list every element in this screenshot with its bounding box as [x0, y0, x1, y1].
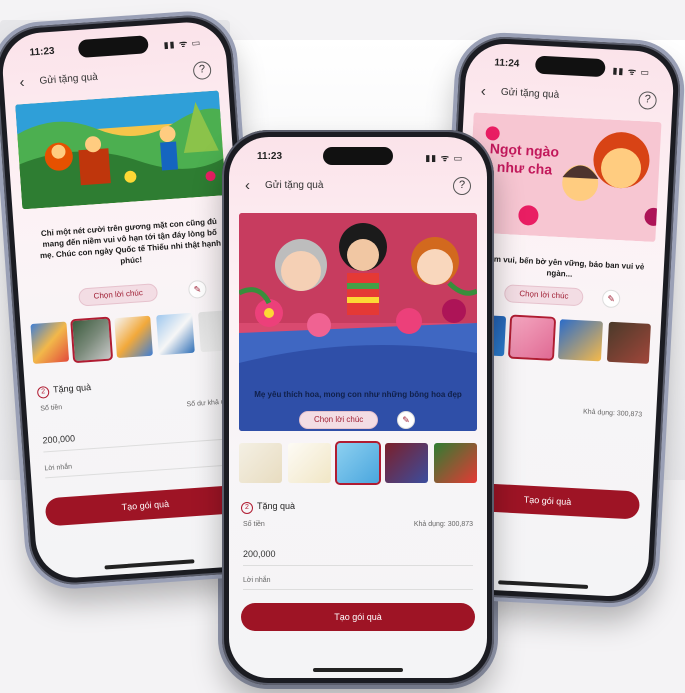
screen-header: ‹ Gửi tặng quà ? [245, 177, 471, 197]
section-label: Tặng quà [52, 382, 92, 395]
home-indicator [104, 559, 195, 570]
children-jungle-drawing [15, 90, 226, 210]
back-chevron-icon[interactable]: ‹ [19, 74, 25, 91]
status-time: 11:23 [257, 151, 283, 162]
artwork-thumbnail[interactable] [334, 441, 382, 485]
create-gift-button[interactable]: Tạo gói quà [241, 603, 475, 631]
help-icon[interactable]: ? [192, 60, 212, 81]
status-bar: 11:24 ▮▮ ᯤ ▭ [494, 57, 651, 79]
note-field[interactable]: Lời nhắn [44, 464, 72, 473]
create-gift-button[interactable]: Tạo gói quà [44, 484, 247, 527]
center-phone-screen: 11:23 ▮▮ ᯤ ▭ ‹ Gửi tặng quà ? Mẹ yêu thí… [229, 137, 487, 678]
gift-artwork: Ngọt ngào như cha [467, 112, 662, 243]
artwork-thumbnail[interactable] [557, 319, 603, 362]
screen-title: Gửi tặng quà [500, 86, 560, 101]
artwork-thumbnail[interactable] [287, 443, 331, 483]
artwork-thumbnail[interactable] [114, 315, 153, 359]
choose-wish-button[interactable]: Chọn lời chúc [503, 284, 584, 307]
balance-label: Khả dụng: 300,873 [413, 521, 473, 528]
father-child-drawing: Ngọt ngào như cha [467, 112, 662, 243]
artwork-thumbnail[interactable] [385, 443, 429, 483]
home-indicator [498, 580, 589, 589]
artwork-thumbnail[interactable] [239, 443, 282, 483]
back-chevron-icon[interactable]: ‹ [245, 177, 250, 194]
gift-section-heading: 2 Tặng quà [36, 382, 92, 399]
artwork-thumbnails [30, 309, 237, 364]
back-chevron-icon[interactable]: ‹ [480, 83, 486, 100]
greeting-message: Chỉ một nét cười trên gương mặt con cũng… [39, 216, 222, 266]
choose-wish-button[interactable]: Chọn lời chúc [78, 283, 159, 307]
note-underline [243, 589, 473, 590]
art-title-line2: như cha [497, 159, 553, 178]
artwork-thumbnail[interactable] [70, 316, 114, 364]
step-number: 2 [36, 385, 50, 399]
amount-label: Số tiền [243, 521, 265, 528]
screen-header: ‹ Gửi tặng quà ? [480, 83, 658, 112]
status-time: 11:23 [29, 45, 55, 59]
choose-wish-button[interactable]: Chọn lời chúc [299, 411, 379, 429]
status-icons: ▮▮ ᯤ ▭ [612, 65, 651, 78]
status-time: 11:24 [494, 57, 520, 70]
screen-header: ‹ Gửi tặng quà ? [19, 60, 212, 94]
artwork-thumbnail[interactable] [606, 321, 651, 364]
help-icon[interactable]: ? [638, 90, 658, 110]
amount-label: Số tiền [40, 404, 63, 413]
artwork-thumbnail[interactable] [30, 321, 70, 364]
home-indicator [313, 668, 403, 672]
step-number: 2 [241, 502, 253, 514]
gift-section-heading: 2 Tặng quà [241, 501, 295, 514]
amount-input[interactable]: 200,000 [243, 549, 276, 559]
pencil-icon[interactable]: ✎ [397, 411, 415, 429]
screen-title: Gửi tặng quà [39, 71, 99, 87]
greeting-message: Mẹ yêu thích hoa, mong con như những bôn… [254, 390, 462, 399]
status-icons: ▮▮ ᯤ ▭ [163, 37, 202, 51]
pencil-icon[interactable]: ✎ [187, 279, 208, 299]
help-icon[interactable]: ? [453, 177, 471, 195]
center-phone: 11:23 ▮▮ ᯤ ▭ ‹ Gửi tặng quà ? Mẹ yêu thí… [218, 126, 498, 689]
section-label: Tặng quà [257, 501, 296, 511]
status-icons: ▮▮ ᯤ ▭ [425, 153, 463, 163]
screen-title: Gửi tặng quà [265, 180, 324, 191]
amount-input[interactable]: 200,000 [42, 433, 75, 445]
note-underline [45, 463, 241, 479]
note-field[interactable]: Lời nhắn [243, 577, 271, 584]
pencil-icon[interactable]: ✎ [601, 289, 621, 309]
gift-artwork [15, 90, 226, 210]
artwork-thumbnails [239, 441, 477, 485]
status-bar: 11:23 ▮▮ ᯤ ▭ [257, 151, 463, 165]
artwork-thumbnail[interactable] [434, 443, 477, 483]
balance-label: Khả dụng: 300,873 [582, 408, 643, 419]
amount-underline [243, 565, 473, 566]
artwork-thumbnail[interactable] [507, 314, 557, 361]
artwork-thumbnail[interactable] [156, 312, 195, 356]
